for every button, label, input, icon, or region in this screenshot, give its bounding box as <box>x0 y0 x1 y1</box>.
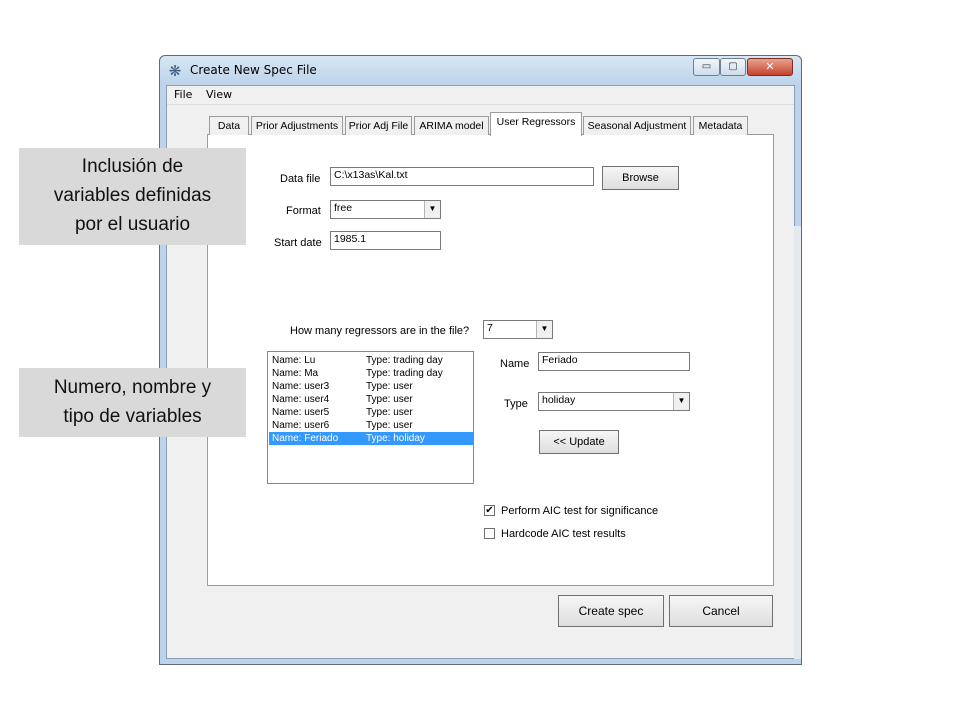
tab-seasonal-adjustment[interactable]: Seasonal Adjustment <box>583 116 691 135</box>
regressor-name-input[interactable]: Feriado <box>538 352 690 371</box>
tab-arima-model[interactable]: ARIMA model <box>414 116 489 135</box>
menu-view[interactable]: View <box>206 88 232 102</box>
regressor-type-value: holiday <box>542 394 576 406</box>
maximize-button[interactable]: ▢ <box>720 58 746 76</box>
create-spec-button[interactable]: Create spec <box>558 595 664 627</box>
checkmark-icon: ✔ <box>485 505 494 516</box>
chevron-down-icon[interactable]: ▼ <box>536 321 552 338</box>
list-item[interactable]: Name: user5 Type: user <box>269 406 473 419</box>
chevron-down-icon[interactable]: ▼ <box>424 201 440 218</box>
start-date-label: Start date <box>274 237 322 249</box>
menu-bar <box>167 86 794 105</box>
list-item[interactable]: Name: Ma Type: trading day <box>269 367 473 380</box>
regressor-list[interactable]: Name: Lu Type: trading day Name: Ma Type: … <box>267 351 474 484</box>
hardcode-aic-checkbox[interactable] <box>484 528 495 539</box>
gear-cluster-icon: ❋ <box>168 62 182 80</box>
start-date-input[interactable]: 1985.1 <box>330 231 441 250</box>
aic-test-checkbox[interactable]: ✔ <box>484 505 495 516</box>
data-file-input[interactable]: C:\x13as\Kal.txt <box>330 167 594 186</box>
regressor-count-label: How many regressors are in the file? <box>290 325 470 337</box>
list-item[interactable]: Name: user6 Type: user <box>269 419 473 432</box>
regressor-count-value: 7 <box>487 322 493 334</box>
menu-file[interactable]: File <box>174 88 192 102</box>
chevron-down-icon[interactable]: ▼ <box>673 393 689 410</box>
tab-user-regressors[interactable]: User Regressors <box>490 112 582 136</box>
tab-metadata[interactable]: Metadata <box>693 116 748 135</box>
tab-prior-adj-file[interactable]: Prior Adj File <box>345 116 412 135</box>
tab-prior-adjustments[interactable]: Prior Adjustments <box>251 116 343 135</box>
update-button[interactable]: << Update <box>539 430 619 454</box>
data-file-label: Data file <box>280 173 321 185</box>
annotation-user-variables: Inclusión de variables definidas por el … <box>19 148 246 245</box>
list-item[interactable]: Name: Lu Type: trading day <box>269 354 473 367</box>
annotation-variable-list: Numero, nombre y tipo de variables <box>19 368 246 437</box>
format-label: Format <box>286 205 321 217</box>
aic-test-label[interactable]: Perform AIC test for significance <box>501 504 658 518</box>
format-value: free <box>334 202 353 214</box>
hardcode-aic-label[interactable]: Hardcode AIC test results <box>501 527 626 541</box>
tab-data[interactable]: Data <box>209 116 249 135</box>
list-item[interactable]: Name: user4 Type: user <box>269 393 473 406</box>
list-item[interactable]: Name: user3 Type: user <box>269 380 473 393</box>
list-item-selected[interactable]: Name: Feriado Type: holiday <box>269 432 473 445</box>
scrollbar-track[interactable] <box>794 226 801 659</box>
regressor-type-select[interactable]: holiday <box>538 392 690 411</box>
type-label: Type <box>504 398 528 410</box>
cancel-button[interactable]: Cancel <box>669 595 773 627</box>
close-button[interactable]: ✕ <box>747 58 793 76</box>
minimize-button[interactable]: ▭ <box>693 58 720 76</box>
window-title: Create New Spec File <box>190 63 317 77</box>
browse-button[interactable]: Browse <box>602 166 679 190</box>
name-label: Name <box>500 358 530 370</box>
